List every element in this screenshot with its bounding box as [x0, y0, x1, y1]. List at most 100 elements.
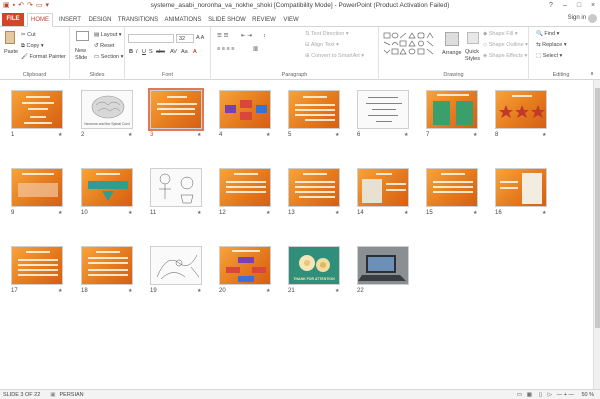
zoom-slider[interactable]: — + —: [557, 392, 574, 398]
italic-button[interactable]: I: [136, 49, 138, 55]
new-slide-button[interactable]: New: [75, 48, 86, 54]
shape-fill-button[interactable]: ◆ Shape Fill ▾: [483, 31, 518, 37]
tab-review[interactable]: REVIEW: [250, 14, 278, 26]
tab-slide-show[interactable]: SLIDE SHOW: [207, 14, 247, 26]
strikethrough-button[interactable]: abc: [156, 49, 165, 55]
shapes-gallery-icon[interactable]: [383, 32, 441, 60]
reading-view-icon[interactable]: ▯: [539, 392, 542, 398]
slide-thumbnail[interactable]: [11, 90, 63, 129]
sign-in-link[interactable]: Sign in: [568, 15, 586, 21]
tab-animations[interactable]: ANIMATIONS: [162, 14, 204, 26]
slide-sorter-view-icon[interactable]: ▦: [527, 392, 532, 398]
language-indicator[interactable]: PERSIAN: [60, 392, 84, 398]
slide-thumbnail[interactable]: [219, 246, 271, 285]
scrollbar-thumb[interactable]: [595, 88, 600, 328]
change-case-icon[interactable]: Aa: [181, 49, 188, 55]
replace-button[interactable]: ⇆ Replace ▾: [536, 42, 567, 48]
align-text-button[interactable]: ⊟ Align Text ▾: [305, 42, 339, 48]
transition-star-icon: ★: [335, 132, 340, 138]
quick-styles-button[interactable]: Quick: [465, 49, 479, 55]
tab-design[interactable]: DESIGN: [86, 14, 114, 26]
maximize-button[interactable]: □: [572, 0, 586, 12]
new-slide-icon[interactable]: [76, 31, 89, 41]
slide-thumbnail[interactable]: [11, 168, 63, 207]
font-name-combo[interactable]: [128, 34, 174, 43]
reset-button[interactable]: ↺ Reset: [94, 43, 115, 49]
slideshow-view-icon[interactable]: ▷: [548, 392, 552, 398]
section-button[interactable]: ▭ Section ▾: [94, 54, 123, 60]
zoom-level[interactable]: 50 %: [581, 392, 594, 398]
font-color-icon[interactable]: A: [193, 49, 197, 55]
help-button[interactable]: ?: [544, 0, 558, 12]
slide-thumbnail[interactable]: [357, 246, 409, 285]
new-slide-button-label2[interactable]: Slide: [75, 55, 87, 61]
paste-button[interactable]: Paste: [4, 49, 18, 55]
present-icon[interactable]: ▭: [36, 1, 43, 11]
slide-thumbnail[interactable]: [81, 246, 133, 285]
format-painter-button[interactable]: 🖌 Format Painter: [21, 54, 66, 60]
slide-thumbnail[interactable]: THANK FOR ATTENTION: [288, 246, 340, 285]
save-icon[interactable]: ▪: [13, 1, 15, 11]
char-spacing-icon[interactable]: AV: [170, 49, 177, 55]
transition-star-icon: ★: [473, 132, 478, 138]
undo-icon[interactable]: ↶: [18, 1, 24, 11]
slide-thumbnail[interactable]: [495, 168, 547, 207]
minimize-button[interactable]: –: [558, 0, 572, 12]
find-button[interactable]: 🔍 Find ▾: [536, 31, 559, 37]
slide-thumbnail[interactable]: [81, 168, 133, 207]
quick-styles-icon[interactable]: [467, 32, 479, 44]
slide-thumbnail[interactable]: [495, 90, 547, 129]
arrange-button[interactable]: Arrange: [442, 50, 462, 56]
slide-number: 6: [357, 132, 361, 138]
paste-icon[interactable]: [5, 31, 15, 44]
slide-thumbnail[interactable]: [288, 90, 340, 129]
avatar[interactable]: [588, 14, 597, 23]
slide-number: 2: [81, 132, 85, 138]
slide-thumbnail[interactable]: [150, 246, 202, 285]
tab-home[interactable]: HOME: [27, 13, 53, 27]
align-icons[interactable]: ≡ ≡ ≡ ≡: [217, 46, 234, 52]
indent-icon[interactable]: ⇤ ⇥: [241, 33, 252, 39]
tab-view[interactable]: VIEW: [281, 14, 301, 26]
font-size-combo[interactable]: 32: [176, 34, 194, 43]
shape-effects-button[interactable]: ◈ Shape Effects ▾: [483, 53, 527, 59]
redo-icon[interactable]: ↷: [27, 1, 33, 11]
spell-check-icon[interactable]: ▣: [50, 392, 55, 398]
text-direction-button[interactable]: ⇅ Text Direction ▾: [305, 31, 349, 37]
slide-thumbnail[interactable]: Neurons and the Spinal Cord: [81, 90, 133, 129]
cut-button[interactable]: ✂ Cut: [21, 32, 36, 38]
layout-button[interactable]: ▤ Layout ▾: [94, 32, 122, 38]
slide-thumbnail[interactable]: [11, 246, 63, 285]
slide-thumbnail-selected[interactable]: [148, 88, 204, 131]
convert-smartart-button[interactable]: ⊞ Convert to SmartArt ▾: [305, 53, 364, 59]
close-button[interactable]: ×: [586, 0, 600, 12]
line-spacing-icon[interactable]: ↕: [263, 33, 266, 39]
ribbon: Paste ✂ Cut ⧉ Copy ▾ 🖌 Format Painter Cl…: [0, 27, 600, 80]
select-button[interactable]: ⬚ Select ▾: [536, 53, 562, 59]
bullets-icon[interactable]: ☰ ☰: [217, 33, 228, 39]
bold-button[interactable]: B: [129, 49, 133, 55]
slide-thumbnail[interactable]: [288, 168, 340, 207]
columns-icon[interactable]: ▥: [253, 46, 258, 52]
tab-file[interactable]: FILE: [2, 13, 24, 26]
slide-thumbnail[interactable]: [426, 168, 478, 207]
slide-thumbnail[interactable]: [219, 168, 271, 207]
quick-styles-button-label2[interactable]: Styles: [465, 56, 480, 62]
normal-view-icon[interactable]: ▭: [517, 392, 522, 398]
slide-thumbnail[interactable]: [357, 90, 409, 129]
grow-font-icon[interactable]: A A: [196, 35, 204, 41]
customize-qat-icon[interactable]: ▾: [45, 1, 49, 11]
slide-thumbnail[interactable]: [150, 168, 202, 207]
copy-button[interactable]: ⧉ Copy ▾: [21, 43, 44, 50]
tab-transitions[interactable]: TRANSITIONS: [117, 14, 159, 26]
collapse-ribbon-icon[interactable]: ∧: [590, 71, 594, 77]
slide-thumbnail[interactable]: [426, 90, 478, 129]
slide-thumbnail[interactable]: [219, 90, 271, 129]
slide-thumbnail[interactable]: [357, 168, 409, 207]
shadow-button[interactable]: S: [149, 49, 153, 55]
arrange-icon[interactable]: [445, 32, 459, 46]
tab-insert[interactable]: INSERT: [57, 14, 83, 26]
vertical-scrollbar[interactable]: [593, 80, 600, 389]
underline-button[interactable]: U: [142, 49, 146, 55]
shape-outline-button[interactable]: ◇ Shape Outline ▾: [483, 42, 528, 48]
